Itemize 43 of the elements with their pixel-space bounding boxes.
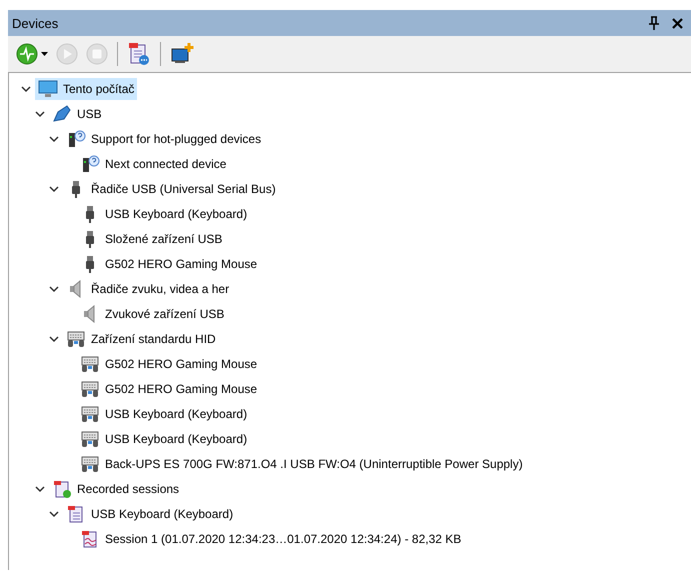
document-icon xyxy=(52,480,72,498)
tree-item[interactable]: USB Keyboard (Keyboard) xyxy=(63,502,236,524)
keyboard-icon xyxy=(66,330,86,348)
chevron-icon[interactable] xyxy=(35,484,45,494)
keyboard-icon xyxy=(80,354,100,372)
chevron-icon[interactable] xyxy=(49,284,59,294)
tree-item[interactable]: USB Keyboard (Keyboard) xyxy=(77,202,250,224)
tree-item[interactable]: Řadiče zvuku, videa a her xyxy=(63,278,232,300)
tree-item[interactable]: G502 HERO Gaming Mouse xyxy=(77,378,260,400)
help-device-icon xyxy=(80,154,100,172)
keyboard-icon xyxy=(80,454,100,472)
tree-item[interactable]: USB xyxy=(49,102,105,124)
pin-icon[interactable] xyxy=(648,16,660,30)
panel-title: Devices xyxy=(12,16,58,30)
tree-item[interactable]: USB Keyboard (Keyboard) xyxy=(77,428,250,450)
record-button[interactable] xyxy=(14,41,50,67)
keyboard-icon xyxy=(80,380,100,398)
tree-item[interactable]: Zařízení standardu HID xyxy=(63,328,219,350)
tree-item[interactable]: Složené zařízení USB xyxy=(77,228,226,250)
tree-item[interactable]: G502 HERO Gaming Mouse xyxy=(77,352,260,374)
tree-item[interactable]: Recorded sessions xyxy=(49,478,182,500)
tree-item[interactable]: Support for hot-plugged devices xyxy=(63,128,264,150)
tree-item[interactable]: Zvukové zařízení USB xyxy=(77,302,228,324)
chevron-icon[interactable] xyxy=(49,508,59,518)
chevron-icon[interactable] xyxy=(49,134,59,144)
tree-item[interactable]: Tento počítač xyxy=(35,78,138,100)
caret-icon xyxy=(41,52,48,56)
chevron-icon[interactable] xyxy=(35,108,45,118)
tree-item[interactable]: G502 HERO Gaming Mouse xyxy=(77,252,260,274)
tree-item[interactable]: Session 1 (01.07.2020 12:34:23…01.07.2020 12:34:24) - 82,32 KB xyxy=(77,528,464,550)
keyboard-icon xyxy=(80,404,100,422)
chevron-icon[interactable] xyxy=(21,84,31,94)
help-device-icon xyxy=(66,130,86,148)
close-icon[interactable] xyxy=(672,18,683,28)
chevron-icon[interactable] xyxy=(49,184,59,194)
tree-item[interactable]: USB Keyboard (Keyboard) xyxy=(77,402,250,424)
keyboard-icon xyxy=(80,430,100,448)
usb-plug-icon xyxy=(52,104,72,122)
tree-item[interactable]: Back-UPS ES 700G FW:871.O4 .I USB FW:O4 (Uninterruptible Power Supply) xyxy=(77,452,526,474)
tree-item[interactable]: Next connected device xyxy=(77,152,230,174)
monitor-icon xyxy=(38,80,58,98)
chevron-icon[interactable] xyxy=(49,334,59,344)
tree-item[interactable]: Řadiče USB (Universal Serial Bus) xyxy=(63,178,279,200)
